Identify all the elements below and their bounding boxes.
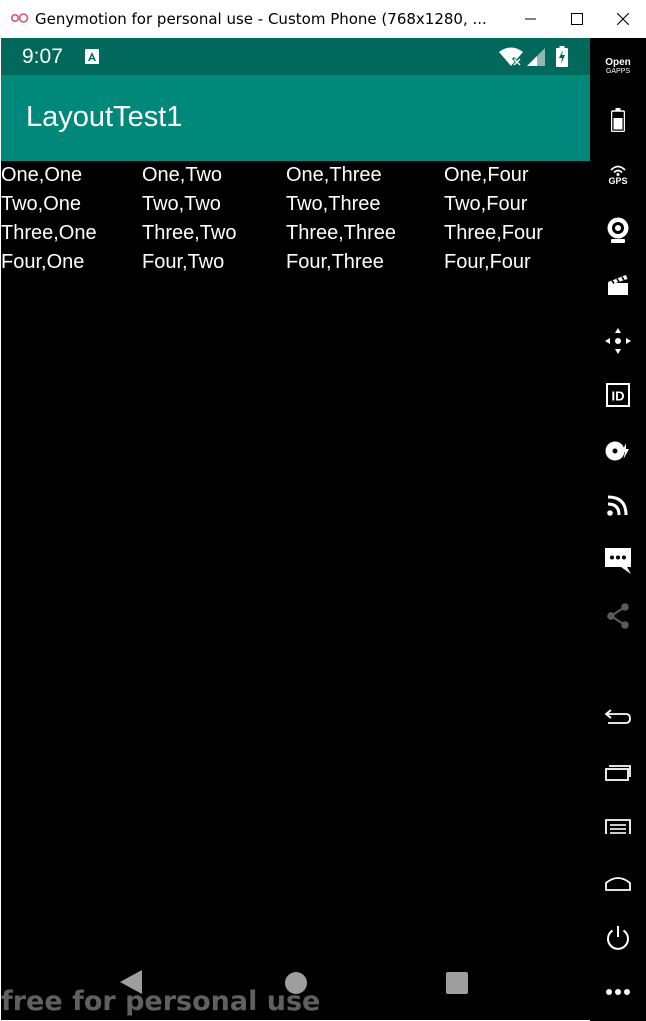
window-title-bar: Genymotion for personal use - Custom Pho… xyxy=(0,0,646,38)
home-button[interactable] xyxy=(590,872,646,894)
device-id-button[interactable]: ID xyxy=(590,382,646,408)
webcam-icon xyxy=(607,217,629,243)
open-gapps-button[interactable]: Open GAPPS xyxy=(590,56,646,78)
network-button[interactable] xyxy=(590,492,646,518)
battery-charging-icon xyxy=(556,46,568,67)
open-gapps-label: Open xyxy=(605,57,631,68)
gps-button[interactable]: GPS xyxy=(590,162,646,188)
emulator-toolbar: Open GAPPS GPS ID xyxy=(590,38,646,1021)
nav-recents-button[interactable] xyxy=(445,971,469,995)
gapps-label: GAPPS xyxy=(605,68,631,75)
camera-button[interactable] xyxy=(590,216,646,244)
maximize-button[interactable] xyxy=(554,0,600,38)
id-label: ID xyxy=(612,389,625,404)
android-notification-icon xyxy=(85,49,99,64)
table-cell: Two,Three xyxy=(286,193,381,215)
menu-icon xyxy=(605,819,631,834)
wifi-icon xyxy=(499,47,523,67)
home-icon xyxy=(605,877,631,891)
status-time: 9:07 xyxy=(22,45,63,68)
sms-button[interactable] xyxy=(590,546,646,576)
table-cell: One,One xyxy=(1,164,83,186)
table-cell: Four,Three xyxy=(286,251,384,273)
table-cell: Four,Two xyxy=(142,251,225,273)
table-cell: One,Three xyxy=(286,164,382,186)
recent-apps-icon xyxy=(605,765,631,781)
table-cell: Two,One xyxy=(1,193,82,215)
window-title: Genymotion for personal use - Custom Pho… xyxy=(35,10,487,28)
move-arrows-icon xyxy=(605,328,631,354)
screencast-button[interactable] xyxy=(590,272,646,298)
disk-io-button[interactable] xyxy=(590,438,646,464)
power-icon xyxy=(607,926,629,950)
genymotion-logo-icon xyxy=(11,13,29,23)
table-cell: Two,Two xyxy=(142,193,221,215)
clapperboard-icon xyxy=(608,275,628,295)
app-title: LayoutTest1 xyxy=(26,101,183,133)
watermark: free for personal use xyxy=(1,986,321,1017)
table-row: Four,One Four,Two Four,Three Four,Four xyxy=(1,248,590,277)
recent-apps-button[interactable] xyxy=(590,762,646,784)
table-cell: One,Four xyxy=(444,164,529,186)
power-button[interactable] xyxy=(590,924,646,952)
maximize-icon xyxy=(571,13,583,25)
table-cell: Three,Three xyxy=(286,222,397,244)
share-icon xyxy=(607,603,629,629)
table-cell: Four,One xyxy=(1,251,85,273)
more-options-button[interactable] xyxy=(590,984,646,1000)
close-icon xyxy=(617,13,629,25)
table-layout: One,One One,Two One,Three One,Four Two,O… xyxy=(1,161,590,277)
table-row: One,One One,Two One,Three One,Four xyxy=(1,161,590,190)
back-arrow-icon xyxy=(605,709,631,724)
table-cell: One,Two xyxy=(142,164,223,186)
battery-icon xyxy=(611,108,625,132)
share-button[interactable] xyxy=(590,602,646,630)
message-icon xyxy=(605,548,631,574)
id-card-icon: ID xyxy=(606,383,630,407)
cast-signal-icon xyxy=(607,495,628,516)
signal-icon xyxy=(527,48,545,66)
table-row: Two,One Two,Two Two,Three Two,Four xyxy=(1,190,590,219)
table-cell: Two,Four xyxy=(444,193,528,215)
battery-button[interactable] xyxy=(590,106,646,134)
app-bar: LayoutTest1 xyxy=(1,75,590,161)
gps-signal-icon xyxy=(610,165,626,176)
navigation-pad-button[interactable] xyxy=(590,328,646,354)
minimize-button[interactable] xyxy=(508,0,554,38)
minimize-icon xyxy=(525,18,536,20)
status-bar: 9:07 xyxy=(1,38,590,75)
disk-io-icon xyxy=(605,441,629,461)
table-cell: Four,Four xyxy=(444,251,531,273)
menu-button[interactable] xyxy=(590,816,646,838)
back-button[interactable] xyxy=(590,706,646,728)
phone-screen[interactable]: 9:07 LayoutTest1 One,One One,Two One,Thr… xyxy=(1,38,590,1020)
table-cell: Three,One xyxy=(1,222,97,244)
close-button[interactable] xyxy=(600,0,646,38)
table-row: Three,One Three,Two Three,Three Three,Fo… xyxy=(1,219,590,248)
table-cell: Three,Four xyxy=(444,222,543,244)
gps-label: GPS xyxy=(608,175,628,186)
table-cell: Three,Two xyxy=(142,222,237,244)
more-dots-icon xyxy=(606,989,630,995)
